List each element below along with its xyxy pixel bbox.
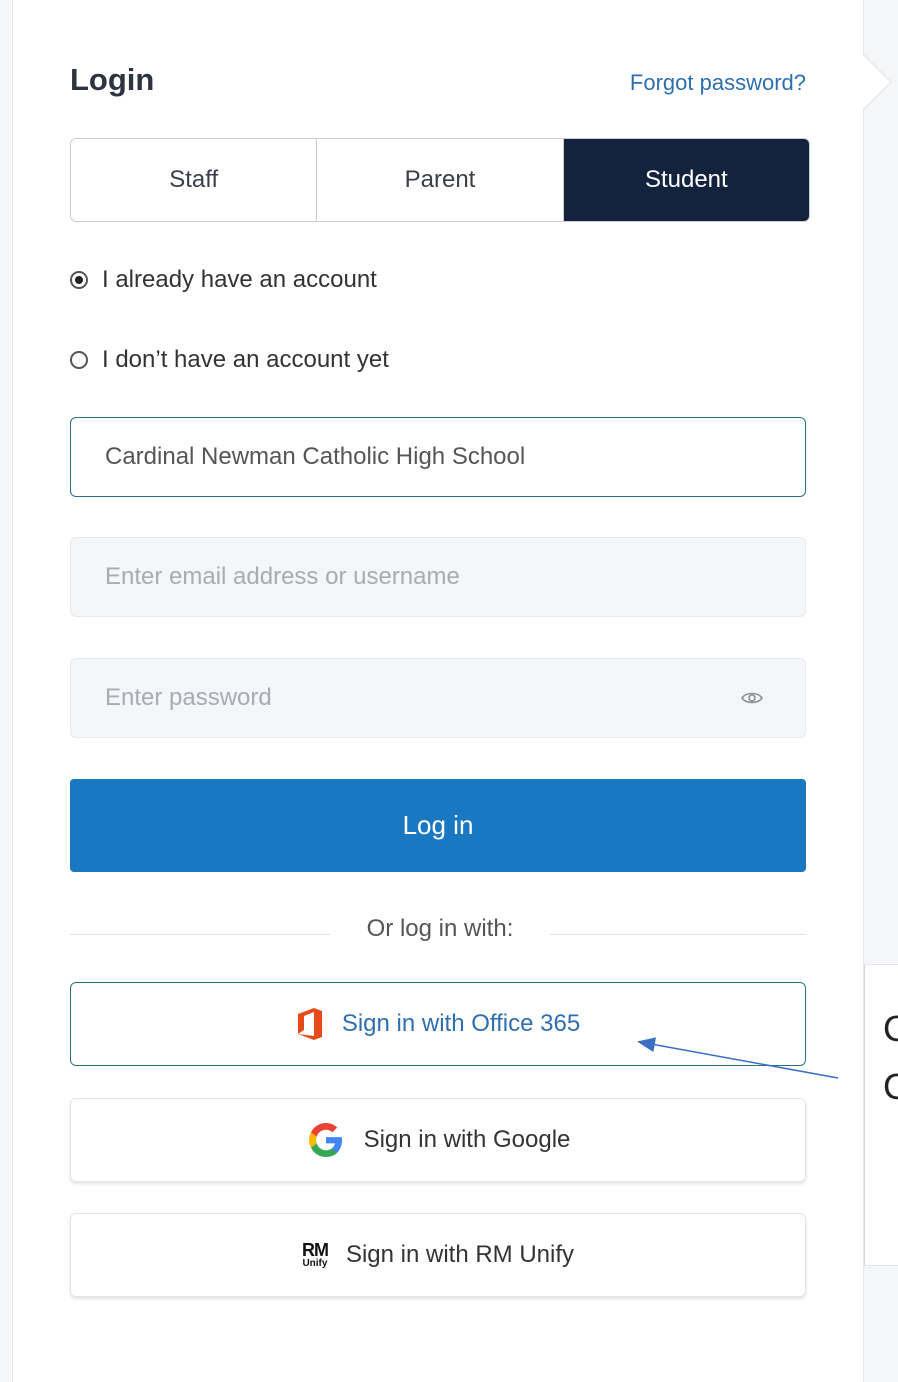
page-title: Login [70,62,155,97]
rm-unify-icon: RM Unify [301,1240,329,1269]
divider-line-left [70,934,330,935]
school-field-value: Cardinal Newman Catholic High School [105,443,526,470]
divider-label: Or log in with: [366,915,514,942]
rm-unify-signin-button[interactable]: RM Unify Sign in with RM Unify [70,1213,806,1297]
office365-signin-button[interactable]: Sign in with Office 365 [70,982,806,1066]
radio-button-checked[interactable] [70,271,88,289]
role-tabs: Staff Parent Student [70,138,810,222]
email-field[interactable]: Enter email address or username [70,537,806,617]
password-field-placeholder: Enter password [105,684,272,711]
forgot-password-link[interactable]: Forgot password? [630,70,806,96]
google-signin-label: Sign in with Google [363,1126,571,1153]
annotation-text-line-2: C [883,1066,898,1107]
divider-line-right [550,934,806,935]
password-field[interactable]: Enter password [70,658,806,738]
email-field-placeholder: Enter email address or username [105,563,460,590]
rm-unify-signin-label: Sign in with RM Unify [345,1241,575,1268]
radio-button-unchecked[interactable] [70,351,88,369]
google-signin-button[interactable]: Sign in with Google [70,1098,806,1182]
tab-student[interactable]: Student [562,139,809,221]
tab-parent[interactable]: Parent [316,139,563,221]
panel-notch [862,54,890,110]
annotation-text-line-1: C [883,1008,898,1049]
office365-icon [297,1008,322,1040]
office365-signin-label: Sign in with Office 365 [341,1010,581,1037]
radio-have-account[interactable]: I already have an account [70,266,377,294]
radio-label-have-account: I already have an account [102,266,377,293]
annotation-callout-box: C C [864,964,898,1266]
radio-no-account[interactable]: I don’t have an account yet [70,346,389,374]
show-password-eye-icon[interactable] [741,691,763,705]
school-field[interactable]: Cardinal Newman Catholic High School [70,417,806,497]
radio-label-no-account: I don’t have an account yet [102,346,389,373]
login-button[interactable]: Log in [70,779,806,872]
tab-staff[interactable]: Staff [71,139,317,221]
google-icon [308,1123,342,1157]
